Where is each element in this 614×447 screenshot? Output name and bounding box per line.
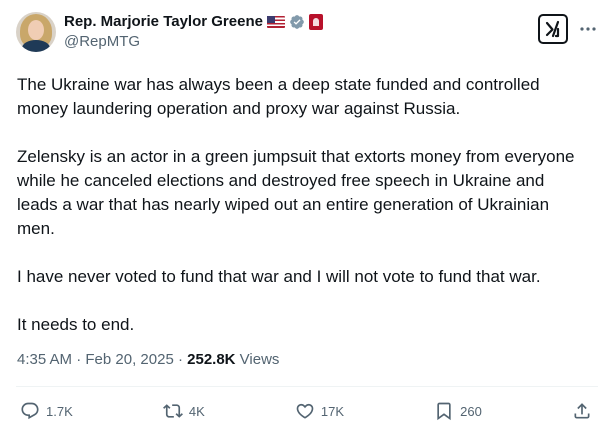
- tweet-time[interactable]: 4:35 AM: [17, 351, 72, 368]
- avatar-face: [28, 20, 44, 40]
- author-handle[interactable]: @RepMTG: [64, 32, 323, 52]
- reply-button[interactable]: 1.7K: [20, 401, 73, 421]
- views-count[interactable]: 252.8K: [187, 351, 235, 368]
- bookmark-count: 260: [460, 403, 482, 419]
- share-icon: [574, 403, 590, 419]
- like-count: 17K: [320, 403, 345, 419]
- avatar-shirt: [22, 40, 50, 52]
- grok-icon: [545, 20, 560, 38]
- reply-count: 1.7K: [46, 403, 73, 419]
- avatar[interactable]: [16, 12, 56, 52]
- name-row: Rep. Marjorie Taylor Greene: [64, 12, 323, 32]
- us-flag-icon: [266, 16, 285, 28]
- like-icon: [296, 403, 314, 419]
- tweet-text: The Ukraine war has always been a deep s…: [17, 73, 587, 337]
- tweet-paragraph: I have never voted to fund that war and …: [17, 267, 541, 286]
- tweet-paragraph: Zelensky is an actor in a green jumpsuit…: [17, 147, 575, 238]
- like-button[interactable]: 17K: [295, 401, 344, 421]
- more-icon: [580, 27, 596, 31]
- author-info: Rep. Marjorie Taylor Greene @RepMTG: [64, 12, 323, 52]
- congress-badge-icon[interactable]: [308, 14, 323, 30]
- views-label: Views: [235, 351, 280, 368]
- author-display-name[interactable]: Rep. Marjorie Taylor Greene: [64, 12, 263, 32]
- retweet-icon: [162, 404, 183, 418]
- tweet-paragraph: It needs to end.: [17, 315, 135, 334]
- top-actions: [538, 14, 598, 44]
- tweet-header: Rep. Marjorie Taylor Greene @RepMTG: [16, 12, 598, 60]
- meta-separator: ·: [173, 351, 188, 368]
- more-button[interactable]: [578, 19, 598, 39]
- share-button[interactable]: [572, 401, 592, 421]
- bookmark-button[interactable]: 260: [434, 401, 482, 421]
- verified-badge-icon[interactable]: [289, 14, 305, 30]
- grok-button[interactable]: [538, 14, 568, 44]
- reply-icon: [21, 402, 39, 420]
- tweet-paragraph: The Ukraine war has always been a deep s…: [17, 75, 540, 118]
- tweet-meta: 4:35 AM · Feb 20, 2025 · 252.8K Views: [17, 350, 279, 370]
- retweet-count: 4K: [188, 403, 205, 419]
- retweet-button[interactable]: 4K: [162, 401, 205, 421]
- bookmark-icon: [437, 402, 451, 421]
- tweet-date[interactable]: Feb 20, 2025: [85, 351, 173, 368]
- divider: [16, 386, 598, 387]
- meta-separator: ·: [72, 351, 86, 368]
- action-bar: 1.7K 4K 17K 260: [20, 398, 592, 424]
- tweet-card: Rep. Marjorie Taylor Greene @RepMTG The …: [0, 0, 614, 447]
